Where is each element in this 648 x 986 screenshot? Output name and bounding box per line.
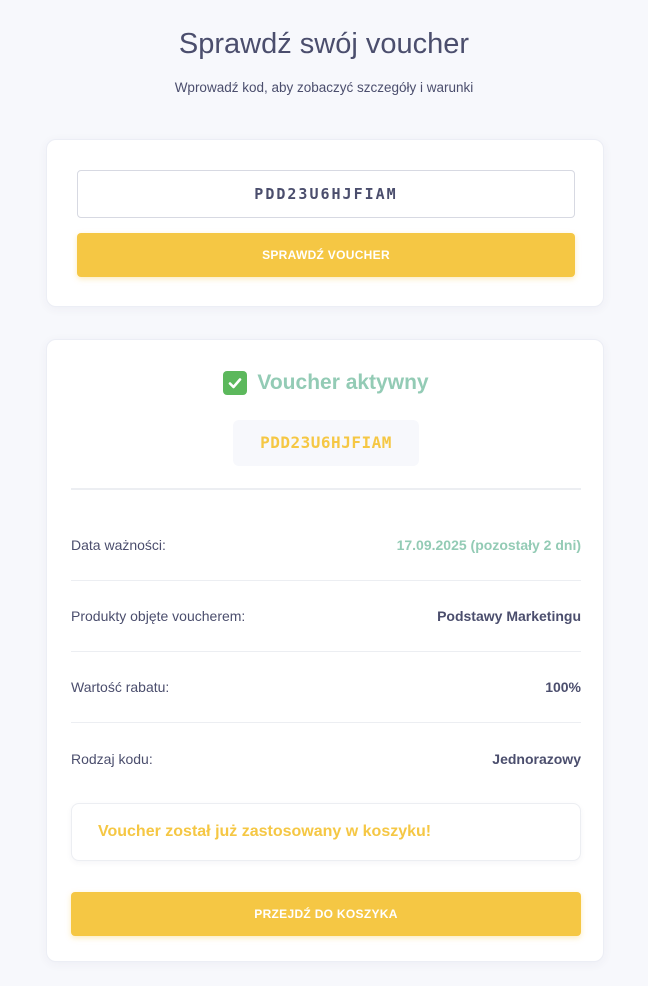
page-subtitle: Wprowadź kod, aby zobaczyć szczegóły i w… <box>174 80 474 95</box>
voucher-status: Voucher aktywny <box>47 367 605 399</box>
check-voucher-button[interactable]: SPRAWDŹ VOUCHER <box>77 233 575 277</box>
detail-value: 17.09.2025 (pozostały 2 dni) <box>396 537 581 553</box>
detail-row-code-type: Rodzaj kodu: Jednorazowy <box>71 723 581 794</box>
divider <box>71 488 581 490</box>
detail-row-discount: Wartość rabatu: 100% <box>71 652 581 723</box>
detail-label: Data ważności: <box>71 537 166 553</box>
applied-notice: Voucher został już zastosowany w koszyku… <box>71 803 581 861</box>
check-mark-icon <box>223 371 248 395</box>
detail-value: Jednorazowy <box>492 750 581 767</box>
voucher-result-card: Voucher aktywny PDD23U6HJFIAM Data ważno… <box>46 339 604 962</box>
detail-label: Rodzaj kodu: <box>71 750 153 767</box>
page-title: Sprawdź swój voucher <box>178 28 470 60</box>
detail-row-products: Produkty objęte voucherem: Podstawy Mark… <box>71 581 581 652</box>
voucher-code-badge: PDD23U6HJFIAM <box>233 420 419 466</box>
status-text: Voucher aktywny <box>257 371 429 394</box>
detail-label: Produkty objęte voucherem: <box>71 608 246 624</box>
notice-text: Voucher został już zastosowany w koszyku… <box>98 823 432 840</box>
go-to-cart-button[interactable]: PRZEJDŹ DO KOSZYKA <box>71 892 581 936</box>
detail-row-expiry: Data ważności: 17.09.2025 (pozostały 2 d… <box>71 510 581 581</box>
detail-label: Wartość rabatu: <box>71 679 170 695</box>
voucher-search-card: SPRAWDŹ VOUCHER <box>46 139 604 307</box>
detail-value: Podstawy Marketingu <box>437 608 581 624</box>
voucher-code-input[interactable] <box>77 170 575 218</box>
detail-value: 100% <box>545 679 581 695</box>
